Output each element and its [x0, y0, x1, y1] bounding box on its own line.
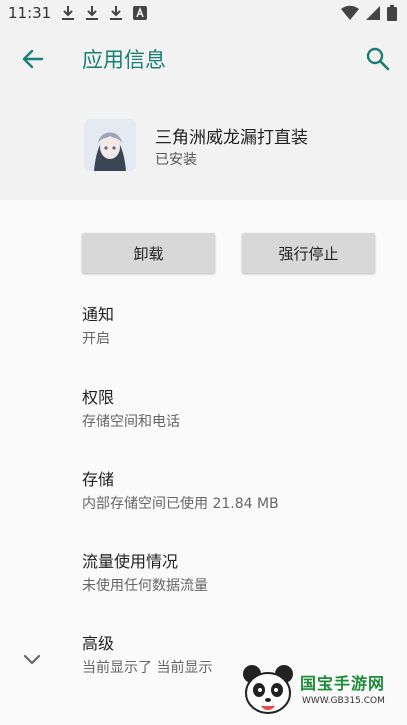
back-button[interactable] — [18, 44, 48, 74]
page-title: 应用信息 — [82, 48, 166, 72]
settings-content: 卸载 强行停止 通知 开启 权限 存储空间和电话 存储 内部存储空间已使用 21… — [0, 200, 407, 725]
battery-icon — [387, 5, 397, 21]
a-icon — [133, 6, 147, 20]
pref-title: 通知 — [82, 305, 115, 324]
uninstall-button[interactable]: 卸载 — [82, 233, 215, 273]
force-stop-button[interactable]: 强行停止 — [242, 233, 375, 273]
pref-title: 存储 — [82, 470, 115, 489]
signal-icon — [366, 6, 380, 20]
wifi-icon — [341, 5, 359, 21]
pref-data-usage[interactable]: 流量使用情况 未使用任何数据流量 — [82, 551, 387, 596]
download-icon — [86, 6, 98, 20]
notification-icons — [60, 5, 148, 21]
status-bar: 11:31 — [0, 0, 407, 28]
watermark: 国宝手游网 WWW.GB315.COM — [238, 660, 403, 720]
download-icon — [62, 6, 74, 20]
pref-summary: 存储空间和电话 — [82, 414, 180, 430]
app-header: 三角洲威龙漏打直装 已安装 — [0, 90, 407, 200]
pref-summary: 未使用任何数据流量 — [82, 578, 208, 594]
system-icons — [341, 5, 397, 21]
panda-logo-icon — [243, 665, 293, 714]
status-time: 11:31 — [8, 4, 52, 22]
watermark-text: 国宝手游网 — [300, 674, 386, 693]
pref-summary: 内部存储空间已使用 21.84 MB — [82, 496, 279, 512]
search-button[interactable] — [363, 44, 393, 74]
pref-permissions[interactable]: 权限 存储空间和电话 — [82, 387, 387, 432]
app-icon — [84, 119, 136, 171]
app-name: 三角洲威龙漏打直装 — [155, 128, 308, 148]
app-bar: 应用信息 — [0, 28, 407, 90]
arrow-left-icon — [22, 49, 44, 69]
pref-title: 流量使用情况 — [82, 552, 179, 571]
search-icon — [366, 47, 390, 71]
pref-title: 权限 — [82, 388, 115, 407]
pref-storage[interactable]: 存储 内部存储空间已使用 21.84 MB — [82, 469, 387, 514]
pref-notifications[interactable]: 通知 开启 — [82, 304, 387, 349]
download-icon — [110, 6, 122, 20]
pref-title: 高级 — [82, 634, 115, 653]
app-install-status: 已安装 — [155, 152, 197, 168]
watermark-url: WWW.GB315.COM — [302, 696, 385, 706]
chevron-down-icon[interactable] — [20, 647, 44, 671]
pref-summary: 开启 — [82, 331, 110, 347]
